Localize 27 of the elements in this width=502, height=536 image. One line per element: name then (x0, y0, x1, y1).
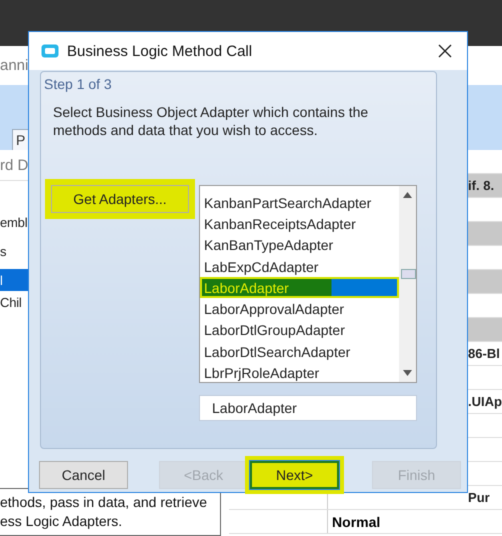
app-icon (41, 44, 59, 58)
adapter-list-item[interactable]: LaborApprovalAdapter (200, 298, 399, 320)
scroll-bar[interactable] (399, 186, 416, 382)
step-label: Step 1 of 3 (43, 75, 113, 92)
adapter-list-item[interactable]: KanbanPartSearchAdapter (200, 192, 399, 214)
table-cell: .UIAp (468, 394, 502, 409)
header-text: anni (0, 57, 28, 74)
scroll-down-icon[interactable] (403, 370, 412, 376)
adapter-list-item[interactable]: KanbanReceiptsAdapter (200, 213, 399, 235)
instruction-text: Select Business Object Adapter which contains the methods and data that you wish to access. (53, 103, 370, 139)
window-title: Business Logic Method Call (67, 42, 254, 60)
table-cell: Normal (332, 514, 380, 530)
adapter-list-item[interactable]: LaborDtlGroupAdapter (200, 320, 399, 342)
adapter-list-item[interactable]: LbrPrjRoleAdapter (200, 362, 399, 382)
wizard-button[interactable]: Cancel (39, 461, 128, 489)
adapter-list-item[interactable]: LaborDtlSearchAdapter (200, 341, 399, 362)
adapter-list-item[interactable]: LabExpCdAdapter (200, 256, 399, 278)
adapter-name-field[interactable]: LaborAdapter (199, 395, 417, 421)
table-cell: Pur (468, 490, 490, 505)
table-cell: if. 8. (468, 178, 494, 193)
adapter-list-item[interactable]: LaborAdapter (200, 277, 399, 298)
scroll-thumb[interactable] (401, 269, 416, 279)
adapter-list-item[interactable]: KanBanTypeAdapter (200, 234, 399, 256)
field-text: rd D (0, 156, 28, 174)
close-icon (438, 44, 452, 58)
background-tab[interactable]: P (12, 129, 30, 150)
table-cell: 86-Bl (468, 346, 500, 361)
